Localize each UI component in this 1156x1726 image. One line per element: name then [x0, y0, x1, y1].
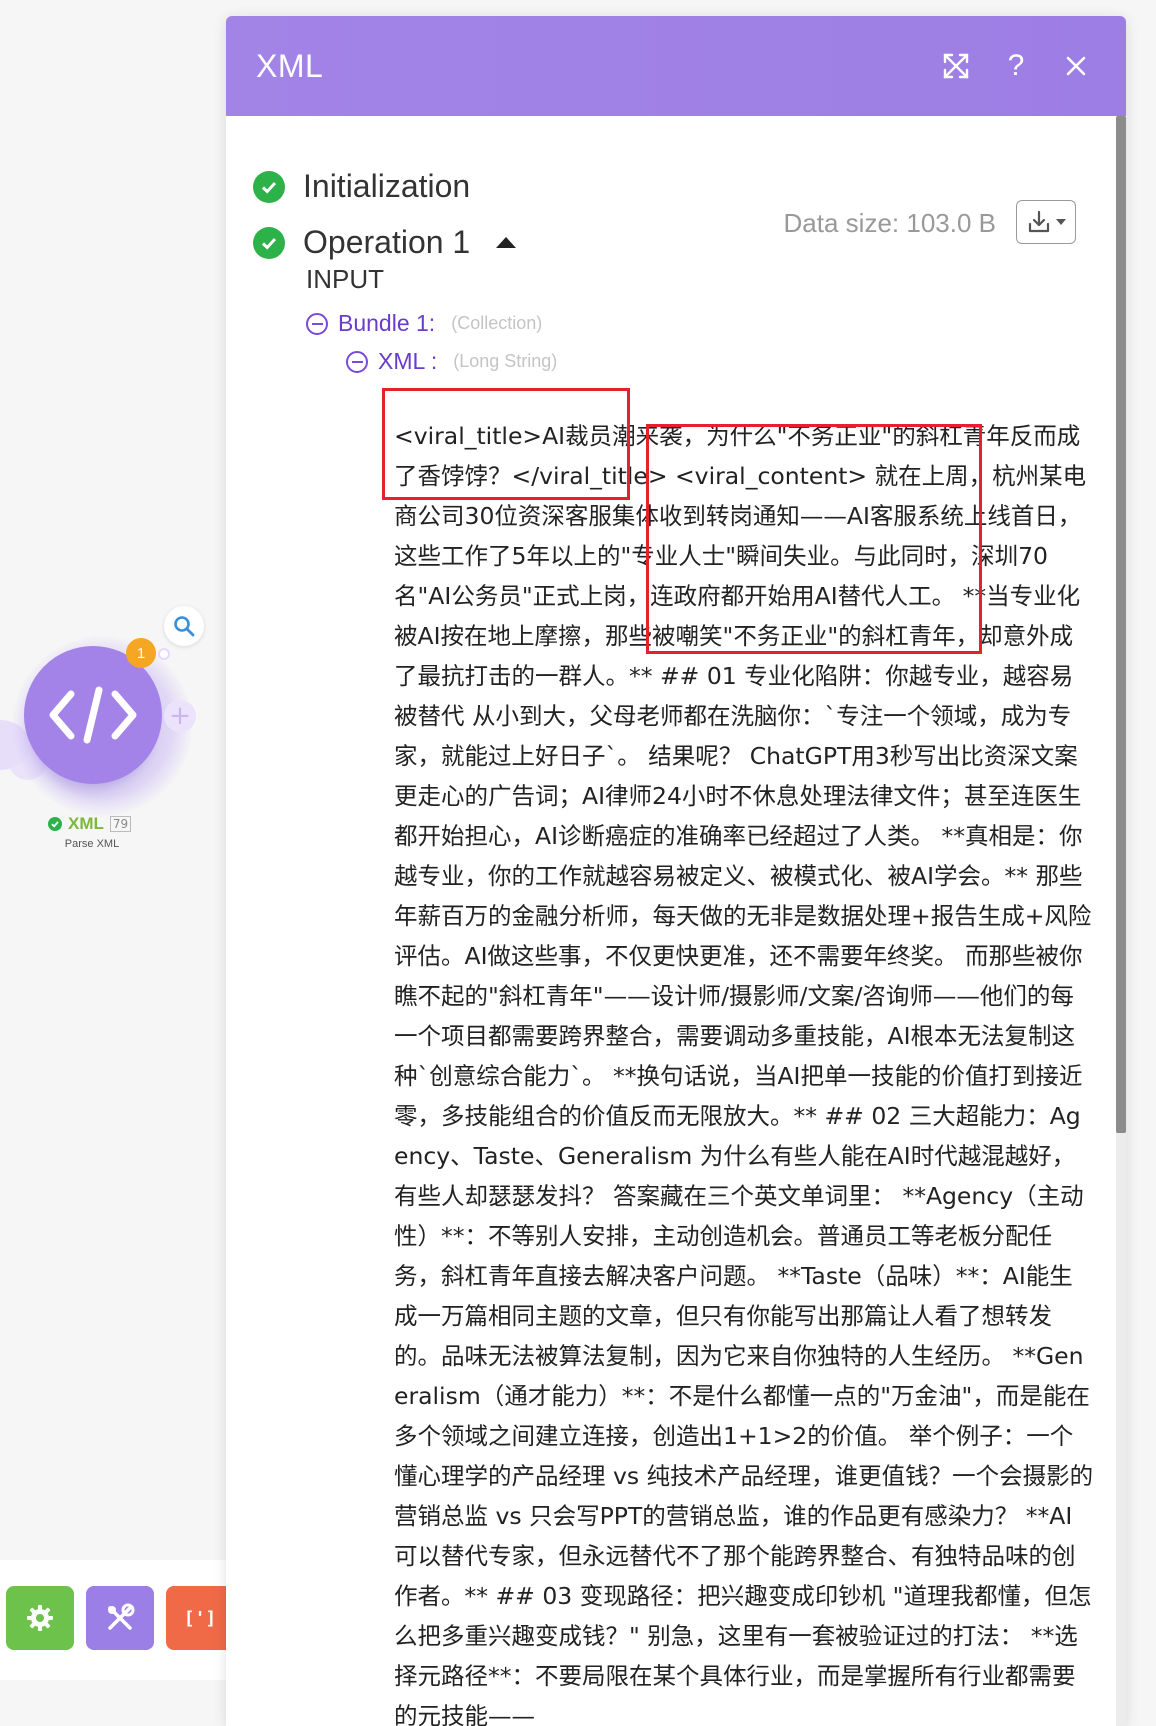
operations-count-badge[interactable]: 1 — [126, 638, 156, 668]
success-check-icon — [253, 170, 285, 203]
success-check-icon — [253, 226, 285, 259]
bundle-type: (Collection) — [451, 313, 543, 333]
data-size-label: Data size: 103.0 B — [783, 208, 996, 238]
module-id: 79 — [109, 816, 132, 832]
dialog-header: XML ? — [226, 16, 1126, 116]
success-check-icon — [48, 817, 62, 831]
search-icon — [174, 616, 195, 637]
scrollbar-thumb[interactable] — [1116, 116, 1126, 1133]
tools-button[interactable] — [86, 1586, 154, 1650]
bundle-key: Bundle 1: — [338, 310, 436, 336]
xml-field-value[interactable]: <viral_title>AI裁员潮来袭，为什么"不务正业"的斜杠青年反而成了香… — [394, 416, 1094, 1726]
step-operation-1[interactable]: Operation 1 — [253, 224, 517, 261]
xml-module-dialog: XML ? Initialization Operation 1 Data si… — [226, 16, 1126, 1726]
field-type: (Long String) — [453, 351, 558, 371]
module-name: XML — [68, 814, 104, 833]
scenario-canvas[interactable]: 1 + XML 79 Parse XML ['] — [0, 0, 240, 1726]
expand-button[interactable] — [936, 46, 976, 86]
code-brackets-icon — [49, 686, 137, 744]
tools-icon — [108, 1603, 135, 1630]
step-label: Initialization — [303, 168, 471, 204]
add-module-button[interactable]: + — [164, 700, 196, 732]
xml-field-row[interactable]: XML : (Long String) — [346, 348, 557, 375]
expand-arrows-icon — [943, 53, 969, 79]
step-label: Operation 1 — [303, 224, 471, 260]
gear-icon — [27, 1605, 53, 1631]
caret-up-icon[interactable] — [496, 237, 517, 248]
operations-count: 1 — [136, 644, 146, 662]
module-label: XML 79 — [48, 814, 132, 834]
flow-control-icon: ['] — [183, 1607, 217, 1629]
collapse-icon[interactable] — [306, 312, 328, 335]
close-button[interactable] — [1056, 46, 1096, 86]
module-subtitle: Parse XML — [64, 838, 120, 850]
flow-control-button[interactable]: ['] — [166, 1586, 234, 1650]
download-button[interactable] — [1016, 200, 1076, 244]
help-button[interactable]: ? — [996, 46, 1036, 86]
close-icon — [1066, 56, 1086, 76]
plus-icon: + — [169, 701, 191, 731]
dialog-title: XML — [256, 47, 324, 84]
inspect-bubble[interactable] — [164, 606, 204, 646]
input-section-label: INPUT — [306, 264, 384, 294]
chevron-down-icon — [1056, 219, 1066, 225]
step-initialization[interactable]: Initialization — [253, 168, 470, 205]
bundle-row[interactable]: Bundle 1: (Collection) — [306, 310, 542, 337]
download-icon — [1028, 210, 1050, 233]
field-key: XML : — [378, 348, 438, 374]
question-mark-icon: ? — [1007, 49, 1025, 82]
scenario-settings-button[interactable] — [6, 1586, 74, 1650]
collapse-icon[interactable] — [346, 350, 368, 373]
badge-dot — [158, 648, 170, 660]
